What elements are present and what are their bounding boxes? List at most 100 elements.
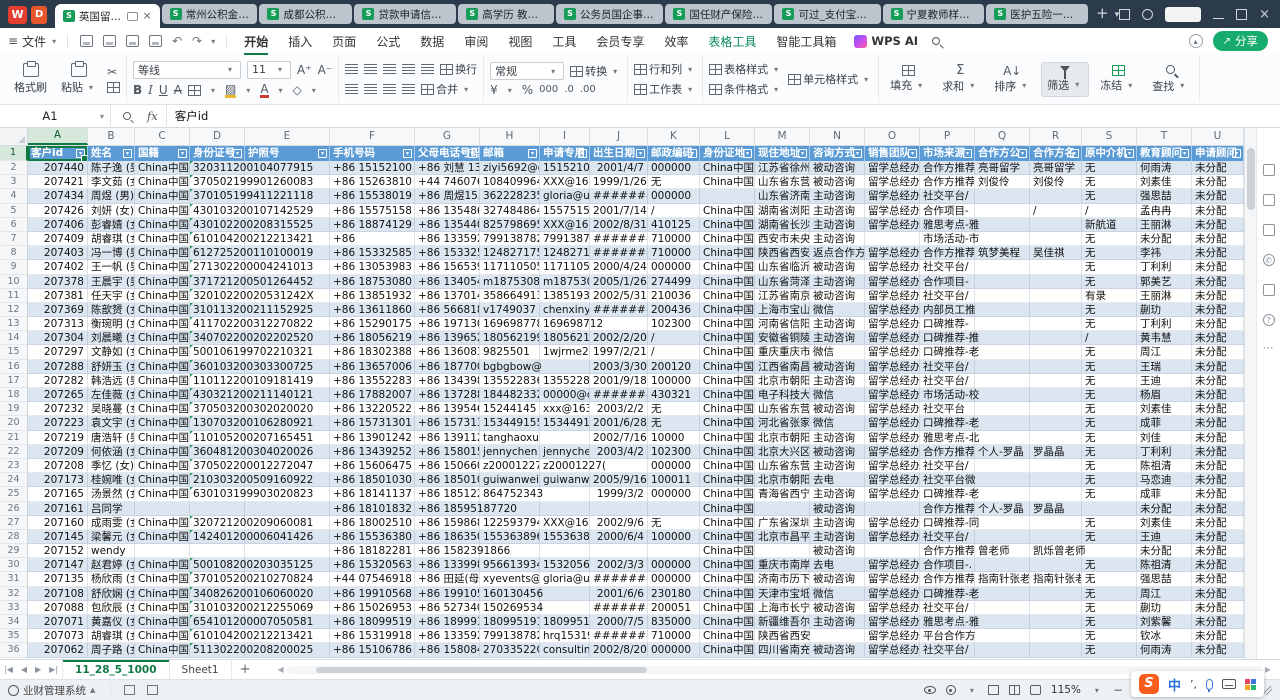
- print-icon[interactable]: [126, 35, 139, 47]
- cell[interactable]: xxx@163.c: [540, 402, 590, 416]
- cell[interactable]: 电子科技大: [755, 388, 810, 402]
- cell[interactable]: 陕西省西安: [755, 629, 810, 643]
- cell[interactable]: 102300: [648, 317, 700, 331]
- filter-button[interactable]: 筛选▾: [1041, 62, 1089, 97]
- cell[interactable]: 被动咨询: [810, 289, 865, 303]
- cell[interactable]: 主动咨询: [810, 530, 865, 544]
- cell[interactable]: 207304: [28, 331, 88, 345]
- cell[interactable]: 799138782: [480, 232, 540, 246]
- redo-icon[interactable]: ↷: [192, 34, 202, 48]
- cell[interactable]: China中国: [700, 345, 755, 359]
- cell[interactable]: 2005/1/26: [590, 275, 648, 289]
- cell[interactable]: [590, 502, 648, 516]
- cell[interactable]: +86 1851229020: [415, 487, 480, 501]
- cell[interactable]: 留学总经办: [865, 289, 920, 303]
- table-style-button[interactable]: 表格样式▾: [709, 61, 782, 77]
- row-gutter[interactable]: 19: [0, 402, 28, 416]
- cell[interactable]: 153449155: [480, 416, 540, 430]
- cell[interactable]: [975, 189, 1030, 203]
- column-header-F[interactable]: F: [330, 128, 415, 145]
- column-header-N[interactable]: N: [810, 128, 865, 145]
- file-tab[interactable]: S常州公积金 .xlsx: [162, 4, 258, 24]
- cell[interactable]: +86 18101832: [330, 502, 415, 516]
- cell[interactable]: 合作方推荐: [920, 175, 975, 189]
- cell[interactable]: 200436: [648, 303, 700, 317]
- cell[interactable]: 未分配: [1192, 161, 1244, 175]
- column-header-L[interactable]: L: [700, 128, 755, 145]
- cell[interactable]: 口碑推荐-推: [920, 331, 975, 345]
- cell[interactable]: [1030, 530, 1082, 544]
- cell[interactable]: 主动咨询: [810, 232, 865, 246]
- ime-punctuation-icon[interactable]: ’,: [1190, 678, 1197, 691]
- cell[interactable]: 138519326: [540, 289, 590, 303]
- cell[interactable]: 湖南省长沙: [755, 218, 810, 232]
- cell[interactable]: 梁馨元 (女: [88, 530, 135, 544]
- cell[interactable]: China中国: [135, 204, 190, 218]
- cell[interactable]: 韩浩远 (男: [88, 374, 135, 388]
- row-gutter[interactable]: 15: [0, 345, 28, 359]
- cell[interactable]: 留学总经办: [865, 374, 920, 388]
- row-gutter[interactable]: 14: [0, 331, 28, 345]
- cell[interactable]: 留学总经办: [865, 431, 920, 445]
- fill-color-icon[interactable]: ▨: [225, 83, 236, 98]
- cell[interactable]: 市场活动-校: [920, 388, 975, 402]
- cell[interactable]: 成菲: [1137, 487, 1192, 501]
- file-tab[interactable]: S高学历 教授.xlsx: [458, 4, 554, 24]
- cell[interactable]: 371721200501264452: [190, 275, 245, 289]
- header-cell[interactable]: 客户id▾: [28, 146, 88, 161]
- cell[interactable]: 2002/9/6: [590, 516, 648, 530]
- cell[interactable]: 合作项目-: [920, 204, 975, 218]
- cut-icon[interactable]: ✂: [107, 66, 120, 78]
- cell[interactable]: [1030, 360, 1082, 374]
- cell[interactable]: [1030, 587, 1082, 601]
- filter-dropdown-icon[interactable]: ▾: [688, 149, 697, 158]
- cell[interactable]: 2002/2/20: [590, 331, 648, 345]
- prev-sheet-icon[interactable]: ◀: [17, 665, 31, 674]
- cell[interactable]: 无: [1082, 161, 1137, 175]
- cell[interactable]: 雅思考点-雅: [920, 218, 975, 232]
- cell[interactable]: 合作方推荐: [920, 502, 975, 516]
- cell[interactable]: [975, 587, 1030, 601]
- cell[interactable]: [975, 232, 1030, 246]
- cell[interactable]: 100000: [648, 530, 700, 544]
- row-gutter[interactable]: 16: [0, 360, 28, 374]
- cell[interactable]: 文静如 (女: [88, 345, 135, 359]
- header-cell[interactable]: 护照号▾: [245, 146, 330, 161]
- freeze-button[interactable]: 冻结▾: [1095, 62, 1141, 96]
- cell[interactable]: [1030, 459, 1082, 473]
- next-sheet-icon[interactable]: ▶: [31, 665, 45, 674]
- cell[interactable]: 180995191: [540, 615, 590, 629]
- cell[interactable]: 2001/6/28: [590, 416, 648, 430]
- cell[interactable]: 500106199702210321: [190, 345, 245, 359]
- cell[interactable]: 济南市历下: [755, 572, 810, 586]
- bold-button[interactable]: B: [133, 84, 142, 96]
- cell[interactable]: 无: [1082, 317, 1137, 331]
- cell[interactable]: China中国: [700, 587, 755, 601]
- cell[interactable]: 9825501: [480, 345, 540, 359]
- cell[interactable]: 亮哥留学: [1030, 161, 1082, 175]
- cell[interactable]: China中国: [135, 388, 190, 402]
- cell[interactable]: 周江: [1137, 345, 1192, 359]
- cell[interactable]: ziyi5692@q: [480, 161, 540, 175]
- cell[interactable]: 未分配: [1192, 643, 1244, 657]
- formula-input[interactable]: 客户id: [175, 108, 209, 124]
- menu-tab-page[interactable]: 页面: [322, 29, 366, 54]
- cell[interactable]: +86 1391129694: [415, 431, 480, 445]
- cell[interactable]: [975, 516, 1030, 530]
- cell[interactable]: 唐浩轩 (男: [88, 431, 135, 445]
- save-icon[interactable]: [80, 35, 93, 47]
- cell[interactable]: 未分配: [1192, 374, 1244, 388]
- cell[interactable]: tanghaoxu: [480, 431, 540, 445]
- filter-dropdown-icon[interactable]: ▾: [743, 149, 752, 158]
- cell[interactable]: China中国: [700, 275, 755, 289]
- header-cell[interactable]: 原中介机▾: [1082, 146, 1137, 161]
- row-gutter[interactable]: 11: [0, 289, 28, 303]
- cell[interactable]: +86 18874129: [330, 218, 415, 232]
- cell[interactable]: China中国: [135, 572, 190, 586]
- cell[interactable]: 2000/6/4: [590, 530, 648, 544]
- filter-dropdown-icon[interactable]: ▾: [1232, 149, 1241, 158]
- cell[interactable]: 被动咨询: [810, 161, 865, 175]
- cell[interactable]: 无: [1082, 601, 1137, 615]
- cell[interactable]: 赵君婷 (女: [88, 558, 135, 572]
- cell[interactable]: 社交平台/: [920, 643, 975, 657]
